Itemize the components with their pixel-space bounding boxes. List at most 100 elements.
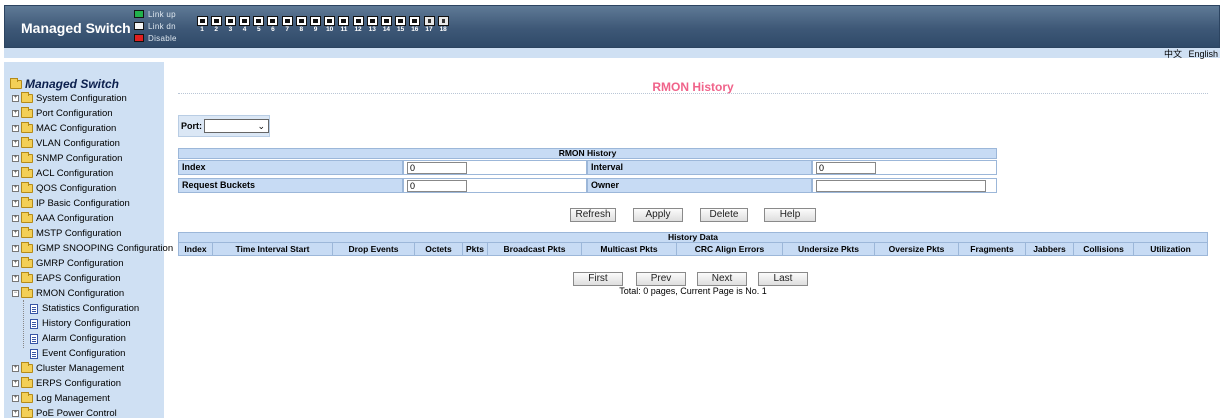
- legend-link-down: Link dn: [134, 20, 177, 32]
- sidebar-item-gmrp[interactable]: + GMRP Configuration: [12, 257, 123, 270]
- port-9[interactable]: 9: [309, 16, 323, 34]
- port-17[interactable]: 17: [422, 16, 436, 34]
- next-page-button[interactable]: Next: [697, 272, 747, 286]
- index-label: Index: [178, 160, 403, 175]
- sidebar-subitem-alarm[interactable]: Alarm Configuration: [30, 332, 126, 345]
- port-label: Port:: [181, 121, 202, 131]
- delete-button[interactable]: Delete: [700, 208, 748, 222]
- port-11[interactable]: 11: [337, 16, 351, 34]
- interval-input[interactable]: 0: [816, 162, 876, 174]
- expand-icon[interactable]: +: [12, 185, 19, 192]
- port-18[interactable]: 18: [436, 16, 450, 34]
- column-header: Broadcast Pkts: [488, 243, 582, 255]
- port-12[interactable]: 12: [351, 16, 365, 34]
- expand-icon[interactable]: +: [12, 260, 19, 267]
- sidebar-item-vlan[interactable]: + VLAN Configuration: [12, 137, 120, 150]
- sidebar-item-cluster[interactable]: + Cluster Management: [12, 362, 124, 375]
- port-5[interactable]: 5: [252, 16, 266, 34]
- help-button[interactable]: Help: [764, 208, 816, 222]
- collapse-icon[interactable]: −: [12, 290, 19, 297]
- folder-icon: [21, 137, 33, 148]
- legend-label: Disable: [148, 33, 177, 43]
- port-3[interactable]: 3: [223, 16, 237, 34]
- expand-icon[interactable]: +: [12, 275, 19, 282]
- expand-icon[interactable]: +: [12, 230, 19, 237]
- column-header: Index: [179, 243, 213, 255]
- prev-page-button[interactable]: Prev: [636, 272, 686, 286]
- first-page-button[interactable]: First: [573, 272, 623, 286]
- port-jack-icon: [295, 16, 307, 26]
- sidebar-item-poe[interactable]: + PoE Power Control: [12, 407, 117, 418]
- fiber-port-icon: [423, 16, 435, 26]
- port-1[interactable]: 1: [195, 16, 209, 34]
- tree-root[interactable]: Managed Switch: [10, 77, 119, 91]
- request-buckets-input[interactable]: 0: [407, 180, 467, 192]
- sidebar-item-qos[interactable]: + QOS Configuration: [12, 182, 116, 195]
- port-13[interactable]: 13: [365, 16, 379, 34]
- sidebar-item-log[interactable]: + Log Management: [12, 392, 110, 405]
- sidebar-item-rmon[interactable]: − RMON Configuration: [12, 287, 124, 300]
- sidebar-subitem-history[interactable]: History Configuration: [30, 317, 131, 330]
- port-6[interactable]: 6: [266, 16, 280, 34]
- lang-chinese-link[interactable]: 中文: [1164, 49, 1182, 59]
- expand-icon[interactable]: +: [12, 140, 19, 147]
- expand-icon[interactable]: +: [12, 245, 19, 252]
- sidebar-item-ip-basic[interactable]: + IP Basic Configuration: [12, 197, 130, 210]
- folder-icon: [21, 272, 33, 283]
- port-jack-icon: [352, 16, 364, 26]
- expand-icon[interactable]: +: [12, 395, 19, 402]
- port-8[interactable]: 8: [294, 16, 308, 34]
- pagination-info: Total: 0 pages, Current Page is No. 1: [619, 286, 767, 296]
- sidebar-item-igmp-snooping[interactable]: + IGMP SNOOPING Configuration: [12, 242, 173, 255]
- port-14[interactable]: 14: [379, 16, 393, 34]
- expand-icon[interactable]: +: [12, 110, 19, 117]
- apply-button[interactable]: Apply: [633, 208, 683, 222]
- sidebar-item-mac[interactable]: + MAC Configuration: [12, 122, 116, 135]
- expand-icon[interactable]: +: [12, 380, 19, 387]
- port-10[interactable]: 10: [323, 16, 337, 34]
- chevron-down-icon: ⌄: [257, 121, 265, 131]
- port-16[interactable]: 16: [408, 16, 422, 34]
- folder-open-icon: [21, 287, 33, 298]
- sidebar-subitem-statistics[interactable]: Statistics Configuration: [30, 302, 139, 315]
- request-buckets-cell: 0: [403, 178, 587, 193]
- expand-icon[interactable]: +: [12, 155, 19, 162]
- index-input[interactable]: 0: [407, 162, 467, 174]
- column-header: Drop Events: [333, 243, 415, 255]
- port-4[interactable]: 4: [238, 16, 252, 34]
- sidebar-item-system[interactable]: + System Configuration: [12, 92, 127, 105]
- legend-label: Link dn: [148, 21, 176, 31]
- sidebar-item-eaps[interactable]: + EAPS Configuration: [12, 272, 121, 285]
- sidebar-item-acl[interactable]: + ACL Configuration: [12, 167, 113, 180]
- interval-label: Interval: [587, 160, 812, 175]
- folder-icon: [21, 212, 33, 223]
- port-15[interactable]: 15: [394, 16, 408, 34]
- folder-icon: [21, 167, 33, 178]
- expand-icon[interactable]: +: [12, 215, 19, 222]
- column-header: Undersize Pkts: [783, 243, 875, 255]
- port-jack-icon: [210, 16, 222, 26]
- expand-icon[interactable]: +: [12, 200, 19, 207]
- last-page-button[interactable]: Last: [758, 272, 808, 286]
- sidebar-item-erps[interactable]: + ERPS Configuration: [12, 377, 121, 390]
- sidebar-subitem-event[interactable]: Event Configuration: [30, 347, 125, 360]
- index-cell: 0: [403, 160, 587, 175]
- expand-icon[interactable]: +: [12, 410, 19, 417]
- expand-icon[interactable]: +: [12, 95, 19, 102]
- folder-icon: [21, 392, 33, 403]
- folder-icon: [21, 242, 33, 253]
- port-jack-icon: [366, 16, 378, 26]
- port-7[interactable]: 7: [280, 16, 294, 34]
- expand-icon[interactable]: +: [12, 170, 19, 177]
- owner-input[interactable]: [816, 180, 986, 192]
- sidebar-item-mstp[interactable]: + MSTP Configuration: [12, 227, 121, 240]
- sidebar-item-snmp[interactable]: + SNMP Configuration: [12, 152, 122, 165]
- refresh-button[interactable]: Refresh: [570, 208, 616, 222]
- lang-english-link[interactable]: English: [1188, 49, 1218, 59]
- expand-icon[interactable]: +: [12, 365, 19, 372]
- sidebar-item-port[interactable]: + Port Configuration: [12, 107, 113, 120]
- port-select[interactable]: ⌄: [204, 119, 269, 133]
- port-2[interactable]: 2: [209, 16, 223, 34]
- sidebar-item-aaa[interactable]: + AAA Configuration: [12, 212, 114, 225]
- expand-icon[interactable]: +: [12, 125, 19, 132]
